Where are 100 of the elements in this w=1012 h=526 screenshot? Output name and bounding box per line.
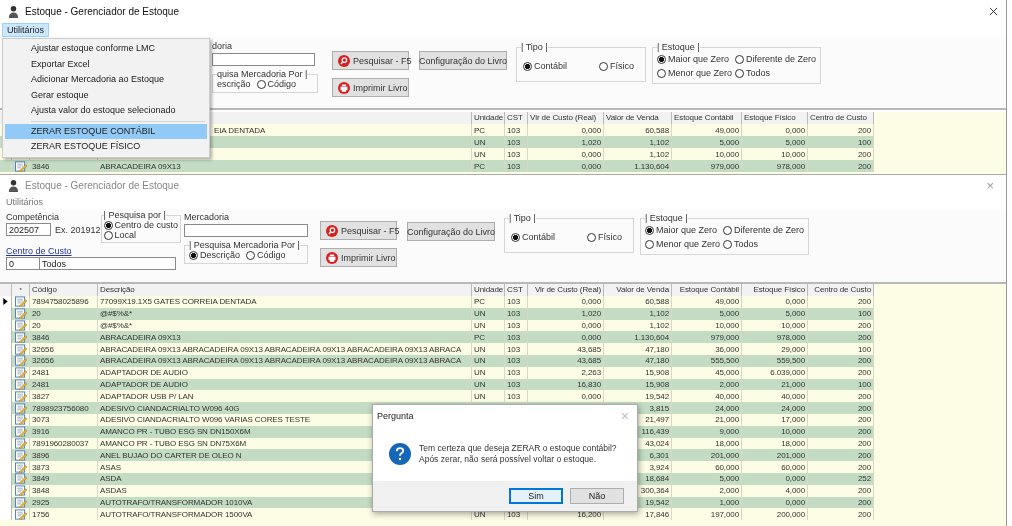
table-cell: 43,685 (577, 344, 601, 354)
table-cell: 18,684 (645, 474, 669, 484)
radio-option[interactable]: Físico (599, 61, 635, 71)
row-header[interactable] (0, 296, 12, 308)
radio-option[interactable]: Descrição (189, 250, 240, 260)
radio-option[interactable]: Maior que Zero (657, 54, 735, 64)
table-cell: PC (474, 125, 485, 135)
edit-icon[interactable] (13, 449, 28, 461)
radio-option[interactable]: Maior que Zero (645, 225, 723, 235)
table-cell: UN (474, 509, 486, 519)
table-cell: UN (474, 137, 486, 147)
edit-icon[interactable] (13, 296, 28, 308)
input-field[interactable]: 0 (6, 257, 40, 270)
radio-option[interactable]: Local (103, 230, 179, 240)
edit-icon[interactable] (13, 496, 28, 508)
edit-icon[interactable] (13, 308, 28, 320)
edit-icon[interactable] (13, 355, 28, 367)
edit-icon[interactable] (13, 331, 28, 343)
table-cell: @#$%&* (100, 321, 132, 330)
menu-item[interactable]: Utilitários (2, 22, 49, 37)
edit-icon[interactable] (13, 461, 28, 473)
table-cell: 200 (857, 486, 871, 496)
edit-icon[interactable] (13, 426, 28, 438)
print-button[interactable]: Imprimir Livro (320, 248, 397, 267)
config-button[interactable]: Configuração do Livro (407, 222, 495, 241)
menu-item[interactable]: Ajustar estoque conforme LMC (5, 41, 207, 57)
radio-option[interactable]: Diferente de Zero (735, 54, 817, 64)
table-cell: 47,180 (645, 344, 669, 354)
radio-option[interactable]: Todos (735, 68, 817, 78)
table-cell: 200 (857, 403, 871, 413)
input-field[interactable] (184, 224, 308, 237)
menu-item[interactable]: Utilitários (2, 196, 47, 208)
radio-option[interactable]: Contábil (511, 232, 556, 242)
edit-icon[interactable] (13, 343, 28, 355)
input-field[interactable]: Todos (40, 257, 176, 270)
table-cell: EIA DENTADA (214, 125, 266, 135)
cost-center-link[interactable]: Centro de Custo (6, 246, 72, 256)
table-cell: 21,497 (645, 415, 669, 425)
table-cell: UN (474, 368, 486, 378)
menu-item[interactable]: ZERAR ESTOQUE CONTÁBIL (5, 123, 207, 139)
edit-icon[interactable] (13, 402, 28, 414)
search-button[interactable]: Pesquisar - F5 (320, 221, 397, 240)
group-label: | Tipo | (509, 213, 536, 223)
table-cell: 10,000 (781, 321, 805, 330)
radio-option[interactable]: Menor que Zero (657, 68, 735, 78)
edit-icon[interactable] (13, 378, 28, 390)
radio-option[interactable]: Físico (587, 232, 623, 242)
table-cell: UN (474, 356, 486, 366)
table-cell: 200 (857, 149, 871, 159)
table-cell: 10,000 (781, 427, 805, 437)
radio-option[interactable]: Contábil (523, 61, 568, 71)
table-cell: 0,000 (785, 497, 805, 507)
table-cell: 18,000 (781, 438, 805, 448)
edit-icon[interactable] (13, 414, 28, 426)
edit-icon[interactable] (13, 367, 28, 379)
radio-option[interactable]: Código (246, 250, 286, 260)
table-cell: 60,000 (715, 462, 739, 472)
edit-icon[interactable] (13, 390, 28, 402)
table-cell: 300,364 (640, 486, 669, 496)
edit-icon[interactable] (13, 160, 28, 172)
menu-item[interactable]: Exportar Excel (5, 56, 207, 72)
table-cell: 4,000 (785, 486, 805, 496)
search-button[interactable]: Pesquisar - F5 (332, 51, 409, 70)
close-icon[interactable] (989, 6, 998, 16)
edit-icon[interactable] (13, 320, 28, 331)
edit-icon[interactable] (13, 508, 28, 520)
table-cell: 103 (507, 125, 521, 135)
table-cell: 103 (507, 391, 521, 401)
menu-item[interactable]: Ajusta valor do estoque selecionado (5, 103, 207, 119)
table-cell: 1,102 (649, 309, 669, 319)
radio-option[interactable]: Todos (723, 239, 805, 249)
config-button[interactable]: Configuração do Livro (419, 51, 507, 70)
dialog-button[interactable]: Não (570, 488, 624, 504)
table-cell: 45,000 (715, 368, 739, 378)
edit-icon[interactable] (13, 485, 28, 497)
menu-item[interactable]: Adicionar Mercadoria ao Estoque (5, 72, 207, 88)
edit-icon[interactable] (13, 437, 28, 449)
table-cell: ASDAS (100, 486, 127, 496)
table-cell: 103 (507, 379, 521, 389)
table-cell: 40,000 (715, 391, 739, 401)
menu-item[interactable]: Gerar estoque (5, 87, 207, 103)
dialog-title: Pergunta (377, 411, 414, 421)
hint-text: Ex. 201912 (55, 224, 101, 235)
input-field[interactable]: 202507 (6, 223, 51, 236)
radio-option[interactable]: Diferente de Zero (723, 225, 805, 235)
menu-item[interactable]: ZERAR ESTOQUE FÍSICO (5, 139, 207, 155)
dialog-button[interactable]: Sim (509, 488, 563, 504)
table-cell: UN (474, 391, 486, 401)
table-cell: 979,000 (710, 161, 739, 171)
input-field[interactable] (212, 53, 315, 66)
table-cell: 29,000 (781, 344, 805, 354)
table-cell: 3896 (32, 450, 50, 460)
print-button[interactable]: Imprimir Livro (332, 78, 409, 97)
table-cell: 3916 (32, 427, 50, 437)
edit-icon[interactable] (13, 473, 28, 485)
radio-option[interactable]: Menor que Zero (645, 239, 723, 249)
radio-option[interactable]: Centro de custo (103, 220, 179, 230)
table-cell: AUTOTRAFO/TRANSFORMADOR 1500VA (100, 509, 253, 519)
table-cell: 3827 (32, 391, 50, 401)
radio-option[interactable]: Código (256, 79, 297, 89)
